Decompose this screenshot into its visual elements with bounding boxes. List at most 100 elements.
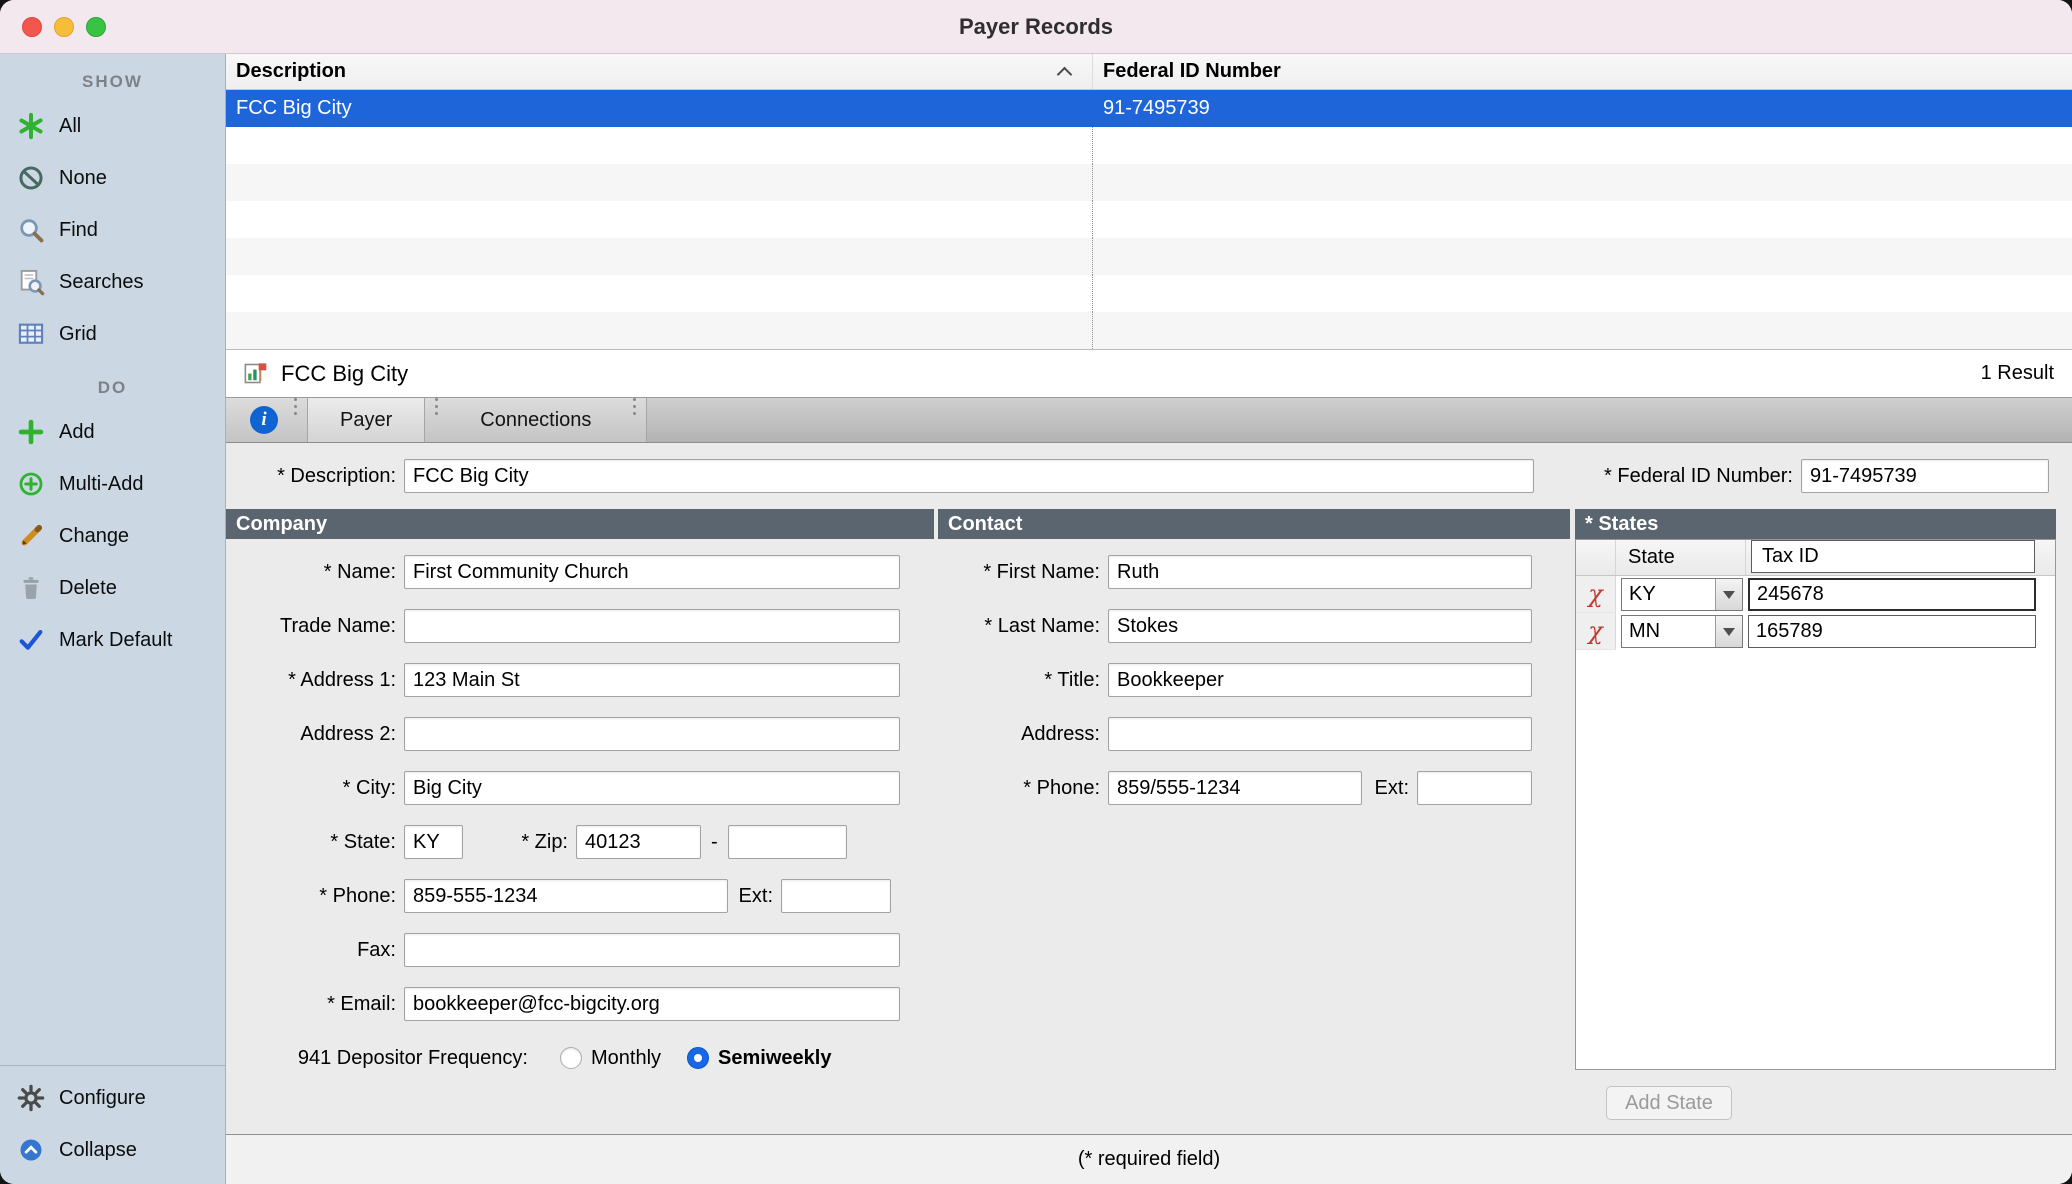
sidebar-item-label: Searches bbox=[59, 271, 144, 294]
table-row-empty[interactable] bbox=[226, 275, 2072, 312]
tax-id-input[interactable] bbox=[1748, 578, 2036, 611]
first-name-input[interactable] bbox=[1108, 555, 1532, 589]
depositor-frequency-field: 941 Depositor Frequency: Monthly Semiwee… bbox=[226, 1031, 938, 1085]
fax-input[interactable] bbox=[404, 933, 900, 967]
form-body: * Name: Trade Name: * Address 1: Ad bbox=[226, 539, 2072, 1134]
sidebar-footer: Configure Collapse bbox=[0, 1065, 225, 1184]
company-name-input[interactable] bbox=[404, 555, 900, 589]
zip-dash: - bbox=[711, 831, 718, 854]
grid-icon bbox=[16, 319, 46, 349]
sidebar-item-collapse[interactable]: Collapse bbox=[0, 1124, 225, 1176]
tab-group: i Payer Connections bbox=[226, 398, 647, 442]
title-bar: Payer Records bbox=[0, 0, 2072, 54]
trade-name-input[interactable] bbox=[404, 609, 900, 643]
state-label: * State: bbox=[226, 831, 396, 854]
contact-phone-label: * Phone: bbox=[938, 777, 1100, 800]
states-table: State Tax ID χ bbox=[1575, 539, 2056, 1070]
states-gutter-column bbox=[2035, 540, 2055, 575]
sidebar-item-change[interactable]: Change bbox=[0, 510, 225, 562]
email-input[interactable] bbox=[404, 987, 900, 1021]
zip-input[interactable] bbox=[576, 825, 701, 859]
list-body: FCC Big City 91-7495739 bbox=[226, 90, 2072, 349]
trash-icon bbox=[16, 573, 46, 603]
company-phone-input[interactable] bbox=[404, 879, 728, 913]
fax-label: Fax: bbox=[226, 939, 396, 962]
tab-connections[interactable]: Connections bbox=[448, 398, 623, 442]
sidebar-item-find[interactable]: Find bbox=[0, 204, 225, 256]
address1-input[interactable] bbox=[404, 663, 900, 697]
semiweekly-radio-label: Semiweekly bbox=[718, 1047, 831, 1070]
description-row: * Description: * Federal ID Number: bbox=[226, 443, 2072, 509]
drag-handle-icon bbox=[294, 398, 297, 442]
drag-handle-icon bbox=[633, 398, 636, 442]
magnifier-icon bbox=[16, 215, 46, 245]
table-row-empty[interactable] bbox=[226, 312, 2072, 349]
state-select[interactable]: MN bbox=[1621, 615, 1743, 648]
zoom-window-button[interactable] bbox=[86, 17, 106, 37]
semiweekly-radio[interactable] bbox=[687, 1047, 709, 1069]
prohibition-icon bbox=[16, 163, 46, 193]
company-ext-input[interactable] bbox=[781, 879, 891, 913]
tax-id-input[interactable] bbox=[1748, 615, 2036, 648]
table-row-empty[interactable] bbox=[226, 164, 2072, 201]
table-row-empty[interactable] bbox=[226, 127, 2072, 164]
contact-ext-label: Ext: bbox=[1362, 777, 1409, 800]
federal-id-label: * Federal ID Number: bbox=[1604, 465, 1793, 488]
sidebar-item-configure[interactable]: Configure bbox=[0, 1072, 225, 1124]
sidebar-item-label: Configure bbox=[59, 1087, 146, 1110]
city-input[interactable] bbox=[404, 771, 900, 805]
contact-title-input[interactable] bbox=[1108, 663, 1532, 697]
sidebar-item-grid[interactable]: Grid bbox=[0, 308, 225, 360]
sidebar-item-all[interactable]: All bbox=[0, 100, 225, 152]
last-name-input[interactable] bbox=[1108, 609, 1532, 643]
sidebar-item-mark-default[interactable]: Mark Default bbox=[0, 614, 225, 666]
sidebar-item-add[interactable]: Add bbox=[0, 406, 225, 458]
column-header-description[interactable]: Description bbox=[226, 54, 1092, 89]
sidebar-item-delete[interactable]: Delete bbox=[0, 562, 225, 614]
table-row-empty[interactable] bbox=[226, 201, 2072, 238]
add-state-button[interactable]: Add State bbox=[1606, 1086, 1732, 1120]
chevron-down-icon[interactable] bbox=[1715, 579, 1742, 610]
table-row-selected[interactable]: FCC Big City 91-7495739 bbox=[226, 90, 2072, 127]
column-header-label: Tax ID bbox=[1762, 545, 1819, 568]
circle-plus-icon bbox=[16, 469, 46, 499]
depositor-frequency-label: 941 Depositor Frequency: bbox=[226, 1047, 528, 1070]
chevron-down-icon[interactable] bbox=[1715, 616, 1742, 647]
close-window-button[interactable] bbox=[22, 17, 42, 37]
cell-federal-id: 91-7495739 bbox=[1092, 90, 2072, 127]
contact-phone-input[interactable] bbox=[1108, 771, 1362, 805]
state-input[interactable] bbox=[404, 825, 463, 859]
sidebar-item-label: Mark Default bbox=[59, 629, 172, 652]
sidebar-item-multi-add[interactable]: Multi-Add bbox=[0, 458, 225, 510]
states-section-header: * States bbox=[1575, 509, 2056, 539]
state-select[interactable]: KY bbox=[1621, 578, 1743, 611]
states-section: State Tax ID χ bbox=[1575, 539, 2056, 1134]
sidebar-item-searches[interactable]: Searches bbox=[0, 256, 225, 308]
contact-address-input[interactable] bbox=[1108, 717, 1532, 751]
state-select-value: KY bbox=[1622, 579, 1715, 610]
info-icon[interactable]: i bbox=[250, 406, 278, 434]
federal-id-input[interactable] bbox=[1801, 459, 2049, 493]
delete-state-icon: χ bbox=[1588, 619, 1603, 643]
monthly-radio[interactable] bbox=[560, 1047, 582, 1069]
delete-state-button[interactable]: χ bbox=[1576, 613, 1616, 650]
minimize-window-button[interactable] bbox=[54, 17, 74, 37]
contact-section: * First Name: * Last Name: * Title: bbox=[938, 539, 1575, 1134]
delete-state-button[interactable]: χ bbox=[1576, 576, 1616, 613]
table-row-empty[interactable] bbox=[226, 238, 2072, 275]
column-header-federal-id[interactable]: Federal ID Number bbox=[1092, 54, 2072, 89]
contact-ext-input[interactable] bbox=[1417, 771, 1532, 805]
description-input[interactable] bbox=[404, 459, 1534, 493]
contact-address-label: Address: bbox=[938, 723, 1100, 746]
zip-plus4-input[interactable] bbox=[728, 825, 847, 859]
zip-label: * Zip: bbox=[463, 831, 568, 854]
last-name-label: * Last Name: bbox=[938, 615, 1100, 638]
list-header: Description Federal ID Number bbox=[226, 54, 2072, 90]
address2-input[interactable] bbox=[404, 717, 900, 751]
record-summary-bar: FCC Big City 1 Result bbox=[226, 349, 2072, 397]
company-name-label: * Name: bbox=[226, 561, 396, 584]
tab-payer[interactable]: Payer bbox=[307, 398, 425, 442]
sidebar-item-none[interactable]: None bbox=[0, 152, 225, 204]
company-section: * Name: Trade Name: * Address 1: Ad bbox=[226, 539, 938, 1134]
payer-list: Description Federal ID Number FCC Big Ci… bbox=[226, 54, 2072, 349]
